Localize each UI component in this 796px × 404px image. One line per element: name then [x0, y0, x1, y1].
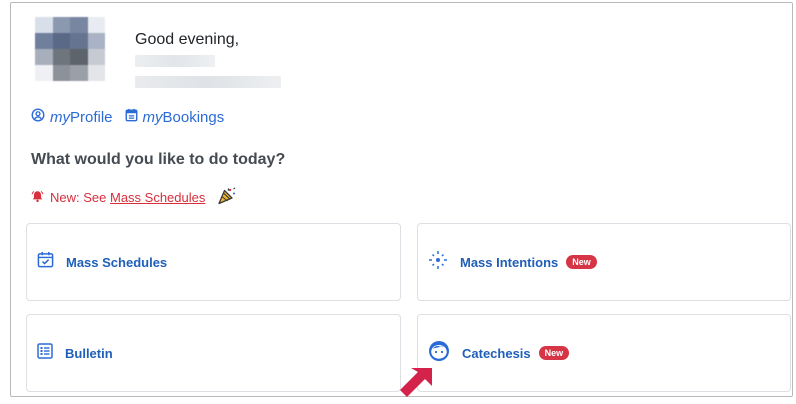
mass-intentions-label: Mass Intentions: [460, 254, 559, 270]
calendar-list-icon: [125, 108, 138, 126]
page-frame: Good evening, myProfile myBookings What …: [10, 2, 793, 397]
party-popper-icon: [217, 187, 237, 208]
new-badge: New: [538, 346, 570, 360]
prompt-heading: What would you like to do today?: [31, 151, 286, 168]
my-bookings-label: Bookings: [162, 108, 225, 126]
notice-prefix: New: See: [50, 190, 110, 205]
bulletin-card[interactable]: Bulletin: [26, 314, 401, 392]
catechesis-card[interactable]: Catechesis New: [417, 314, 791, 392]
redacted-user-email: [135, 76, 281, 88]
profile-links: myProfile myBookings: [31, 108, 224, 126]
mass-schedules-label: Mass Schedules: [66, 254, 168, 270]
redacted-user-name: [135, 55, 215, 67]
catechesis-label: Catechesis: [462, 345, 531, 361]
my-bookings-link[interactable]: myBookings: [125, 108, 225, 126]
avatar[interactable]: [35, 17, 105, 81]
user-circle-icon: [31, 108, 45, 126]
mass-schedules-card[interactable]: Mass Schedules: [26, 223, 401, 301]
mass-schedules-link[interactable]: Mass Schedules: [110, 190, 205, 205]
calendar-check-icon: [37, 251, 54, 273]
new-badge: New: [566, 255, 597, 269]
list-box-icon: [37, 342, 53, 364]
greeting-text: Good evening,: [135, 31, 240, 48]
my-bookings-prefix: my: [142, 108, 163, 126]
mass-intentions-card[interactable]: Mass Intentions New: [417, 223, 791, 301]
bulletin-label: Bulletin: [65, 345, 113, 361]
sparkle-icon: [428, 250, 448, 275]
child-face-icon: [428, 340, 450, 367]
my-profile-prefix: my: [50, 108, 70, 126]
bell-icon: [31, 190, 44, 206]
new-feature-notice: New: See Mass Schedules: [31, 187, 237, 208]
my-profile-label: Profile: [70, 108, 113, 126]
my-profile-link[interactable]: myProfile: [31, 108, 113, 126]
